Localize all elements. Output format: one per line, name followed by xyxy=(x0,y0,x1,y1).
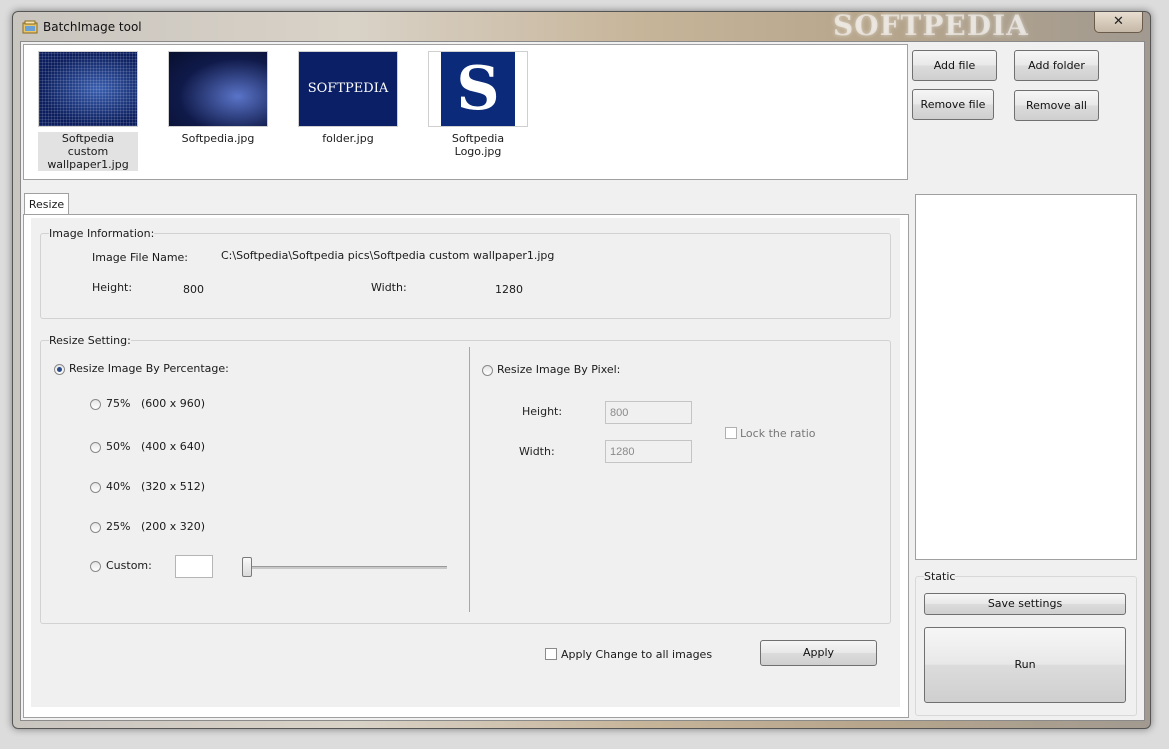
save-settings-button[interactable]: Save settings xyxy=(924,593,1126,615)
remove-file-button[interactable]: Remove file xyxy=(912,89,994,120)
thumbnail-image-text: SOFTPEDIA xyxy=(307,81,389,96)
custom-radio[interactable] xyxy=(90,561,101,572)
image-information-legend: Image Information: xyxy=(49,227,155,240)
thumbnail-caption: Softpedia.jpg xyxy=(181,132,255,145)
apply-button[interactable]: Apply xyxy=(760,640,877,666)
percent-25-label[interactable]: 25% (200 x 320) xyxy=(106,520,205,533)
custom-slider-thumb[interactable] xyxy=(242,557,252,577)
client-area: Softpedia custom wallpaper1.jpg Softpedi… xyxy=(20,41,1145,721)
pixel-width-input[interactable] xyxy=(605,440,692,463)
lock-ratio-checkbox[interactable] xyxy=(725,427,737,439)
apply-all-label[interactable]: Apply Change to all images xyxy=(561,648,712,661)
percent-40-label[interactable]: 40% (320 x 512) xyxy=(106,480,205,493)
percent-75-radio[interactable] xyxy=(90,399,101,410)
width-label: Width: xyxy=(371,281,407,294)
app-window: BatchImage tool SOFTPEDIA ✕ Softpedia cu… xyxy=(12,9,1151,729)
add-folder-button[interactable]: Add folder xyxy=(1014,50,1099,81)
apply-all-checkbox[interactable] xyxy=(545,648,557,660)
file-name-label: Image File Name: xyxy=(92,251,189,264)
thumbnail-image: SOFTPEDIA xyxy=(298,51,398,127)
thumbnail-item[interactable]: Softpedia custom wallpaper1.jpg xyxy=(38,51,138,171)
percent-25-radio[interactable] xyxy=(90,522,101,533)
custom-slider-track[interactable] xyxy=(247,566,447,569)
by-percentage-label[interactable]: Resize Image By Percentage: xyxy=(69,362,229,375)
resize-setting-group: Resize Setting: Resize Image By Percenta… xyxy=(40,334,891,624)
by-pixel-radio[interactable] xyxy=(482,365,493,376)
softpedia-watermark: SOFTPEDIA xyxy=(833,9,1029,42)
by-pixel-label[interactable]: Resize Image By Pixel: xyxy=(497,363,620,376)
thumbnail-image xyxy=(168,51,268,127)
thumbnail-item[interactable]: SOFTPEDIA folder.jpg xyxy=(298,51,398,145)
percent-50-radio[interactable] xyxy=(90,442,101,453)
thumbnail-caption: Softpedia custom wallpaper1.jpg xyxy=(38,132,138,171)
close-button[interactable]: ✕ xyxy=(1094,12,1143,33)
by-percentage-radio[interactable] xyxy=(54,364,65,375)
image-information-group: Image Information: Image File Name: C:\S… xyxy=(40,227,891,319)
tab-resize[interactable]: Resize xyxy=(24,193,69,216)
thumbnail-image: S xyxy=(428,51,528,127)
thumbnail-caption: folder.jpg xyxy=(322,132,374,145)
custom-label[interactable]: Custom: xyxy=(106,559,152,572)
percent-50-label[interactable]: 50% (400 x 640) xyxy=(106,440,205,453)
height-label: Height: xyxy=(92,281,133,294)
resize-panel-content: Image Information: Image File Name: C:\S… xyxy=(31,218,900,707)
static-group: Static Save settings Run xyxy=(915,570,1137,716)
resize-setting-legend: Resize Setting: xyxy=(49,334,131,347)
thumbnail-item[interactable]: S Softpedia Logo.jpg xyxy=(428,51,528,158)
title-bar[interactable]: BatchImage tool SOFTPEDIA ✕ xyxy=(13,9,1150,42)
pixel-height-input[interactable] xyxy=(605,401,692,424)
thumbnail-item[interactable]: Softpedia.jpg xyxy=(168,51,268,145)
vertical-divider xyxy=(469,347,470,612)
file-name-value: C:\Softpedia\Softpedia pics\Softpedia cu… xyxy=(221,249,555,262)
thumbnail-caption: Softpedia Logo.jpg xyxy=(451,132,505,158)
height-value: 800 xyxy=(183,283,204,296)
add-file-button[interactable]: Add file xyxy=(912,50,997,81)
percent-75-label[interactable]: 75% (600 x 960) xyxy=(106,397,205,410)
width-value: 1280 xyxy=(495,283,523,296)
thumbnail-logo-letter: S xyxy=(441,52,515,126)
pixel-width-label: Width: xyxy=(519,445,555,458)
custom-percent-input[interactable] xyxy=(175,555,213,578)
window-title: BatchImage tool xyxy=(43,20,142,34)
pixel-height-label: Height: xyxy=(522,405,563,418)
app-icon xyxy=(22,20,38,34)
lock-ratio-label[interactable]: Lock the ratio xyxy=(740,427,816,440)
remove-all-button[interactable]: Remove all xyxy=(1014,90,1099,121)
thumbnail-image xyxy=(38,51,138,127)
static-legend: Static xyxy=(924,570,956,583)
resize-tab-panel: Image Information: Image File Name: C:\S… xyxy=(23,214,909,718)
side-info-panel xyxy=(915,194,1137,560)
run-button[interactable]: Run xyxy=(924,627,1126,703)
image-thumbnail-list[interactable]: Softpedia custom wallpaper1.jpg Softpedi… xyxy=(23,44,908,180)
percent-40-radio[interactable] xyxy=(90,482,101,493)
